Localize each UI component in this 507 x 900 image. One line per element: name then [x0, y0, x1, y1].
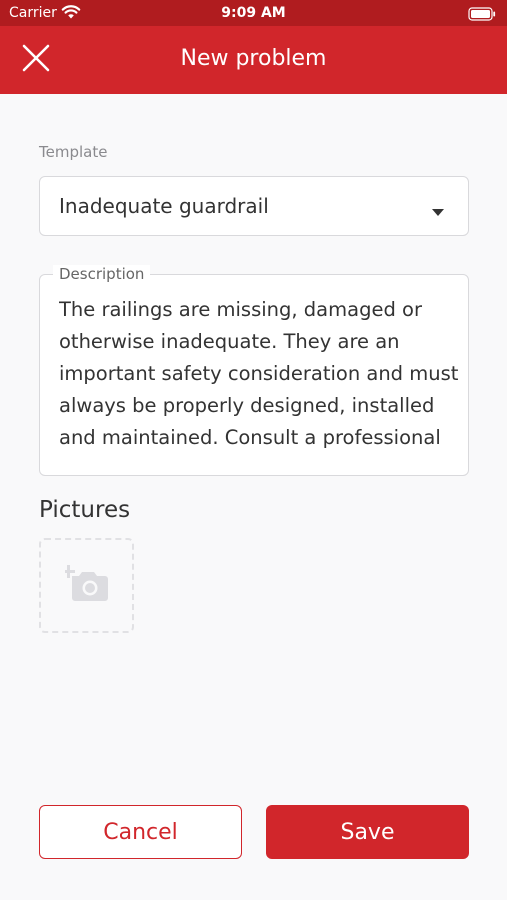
description-label: Description — [53, 265, 151, 283]
template-select[interactable]: Inadequate guardrail — [39, 176, 469, 236]
app-bar: New problem — [0, 26, 507, 94]
pictures-title: Pictures — [39, 497, 131, 523]
status-bar: Carrier 9:09 AM — [0, 0, 507, 26]
add-photo-icon — [61, 564, 109, 607]
description-field[interactable]: Description The railings are missing, da… — [39, 265, 469, 476]
description-text[interactable]: The railings are missing, damaged or oth… — [59, 294, 459, 464]
page-title: New problem — [180, 46, 327, 71]
template-label: Template — [39, 143, 108, 161]
save-button[interactable]: Save — [266, 805, 469, 859]
battery-icon — [468, 6, 496, 25]
dropdown-caret-icon — [432, 203, 444, 221]
status-time: 9:09 AM — [221, 5, 286, 21]
template-value: Inadequate guardrail — [59, 194, 269, 218]
cancel-button[interactable]: Cancel — [39, 805, 242, 859]
add-picture-button[interactable] — [39, 538, 134, 633]
